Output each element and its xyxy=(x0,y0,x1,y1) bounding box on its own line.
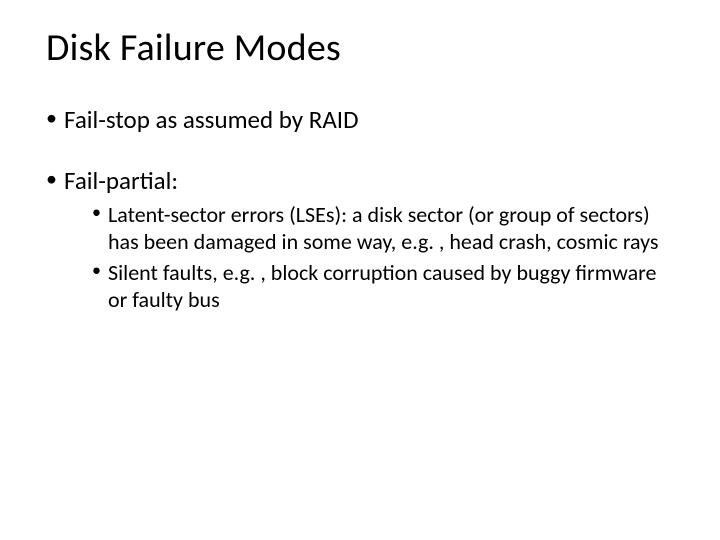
bullet-list: Fail-stop as assumed by RAID Fail-partia… xyxy=(46,104,674,314)
bullet-item: Fail-stop as assumed by RAID xyxy=(46,104,674,135)
sub-bullet-text: Silent faults, e.g. , block corruption c… xyxy=(108,259,657,313)
sub-bullet-item: Silent faults, e.g. , block corruption c… xyxy=(92,260,674,314)
slide: Disk Failure Modes Fail-stop as assumed … xyxy=(0,0,720,540)
sub-bullet-text: Latent-sector errors (LSEs): a disk sect… xyxy=(108,201,659,255)
bullet-item: Fail-partial: Latent-sector errors (LSEs… xyxy=(46,165,674,314)
bullet-text: Fail-partial: xyxy=(64,165,178,196)
sub-bullet-list: Latent-sector errors (LSEs): a disk sect… xyxy=(92,202,674,313)
bullet-text: Fail-stop as assumed by RAID xyxy=(64,104,358,135)
sub-bullet-item: Latent-sector errors (LSEs): a disk sect… xyxy=(92,202,674,256)
slide-title: Disk Failure Modes xyxy=(46,28,674,70)
